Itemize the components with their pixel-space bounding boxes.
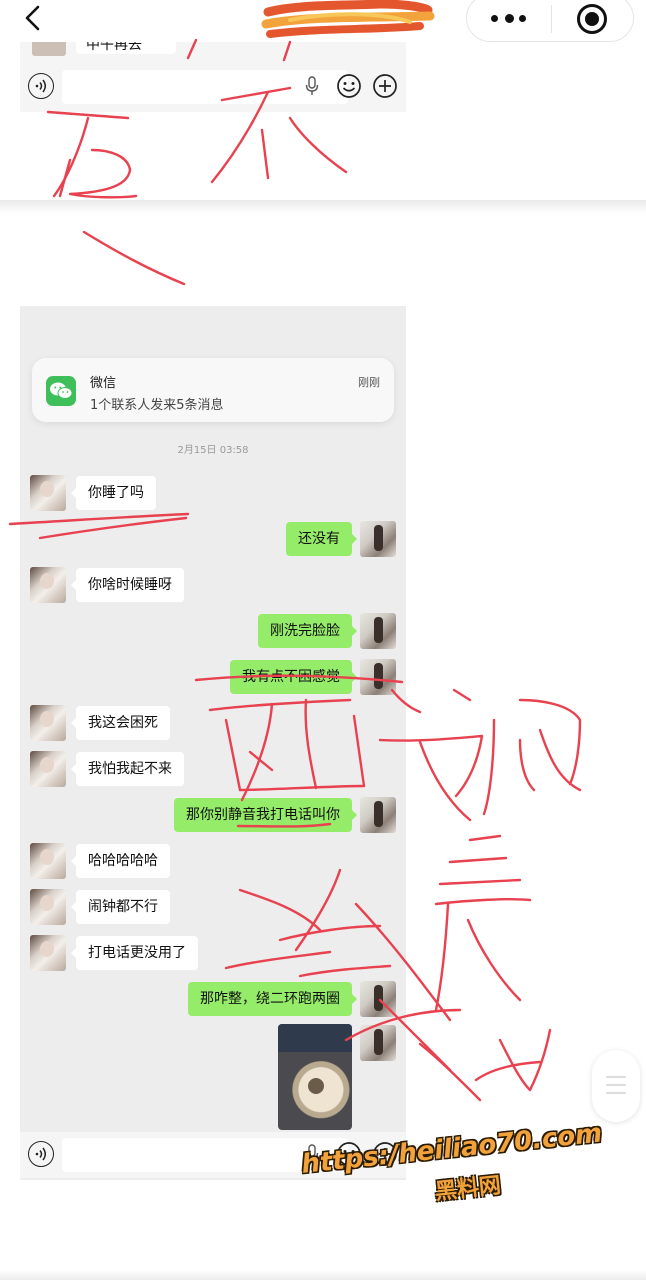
notification-app-name: 微信	[90, 376, 117, 391]
mic-icon	[305, 76, 319, 95]
avatar[interactable]	[30, 705, 66, 741]
mini-program-capsule	[466, 0, 634, 42]
message-bubble-received: 你啥时候睡呀	[71, 568, 184, 602]
chat-timestamp: 2月15日 03:58	[177, 445, 249, 456]
avatar[interactable]	[30, 567, 66, 603]
message-bubble-received: 哈哈哈哈哈	[71, 844, 170, 878]
avatar[interactable]	[30, 935, 66, 971]
message-bubble-sent: 那咋整，绕二环跑两圈	[188, 982, 357, 1016]
avatar[interactable]	[360, 659, 396, 695]
message-bubble-sent: 刚洗完脸脸	[258, 614, 357, 648]
message-bubble-received: 我怕我起不来	[71, 752, 184, 786]
menu-line	[606, 1084, 626, 1086]
chevron-left-icon	[25, 5, 40, 31]
cut-message-text: 中午再去	[86, 42, 142, 53]
menu-line	[606, 1076, 626, 1078]
floating-menu-button[interactable]	[592, 1050, 640, 1122]
menu-line	[606, 1092, 626, 1094]
avatar[interactable]	[360, 613, 396, 649]
avatar[interactable]	[360, 521, 396, 557]
emoji-icon[interactable]	[336, 73, 362, 99]
close-button[interactable]	[551, 0, 635, 43]
back-button[interactable]	[20, 4, 48, 32]
message-bubble-sent: 那你别静音我打电话叫你	[174, 798, 357, 832]
voice-icon[interactable]	[28, 73, 54, 99]
message-bubble-received: 你睡了吗	[71, 476, 156, 510]
message-bubble-received: 我这会困死	[71, 706, 170, 740]
bottom-divider	[0, 1270, 646, 1280]
more-dots-icon	[491, 15, 498, 22]
avatar[interactable]	[30, 751, 66, 787]
message-bubble-received: 打电话更没用了	[71, 936, 198, 970]
notification-time: 刚刚	[358, 376, 380, 389]
voice-icon[interactable]	[28, 1141, 54, 1167]
top-nav-bar	[0, 0, 646, 42]
avatar	[32, 42, 66, 56]
page: 中午再去 微信 1个联系人发来5条消息 刚刚 2月15日 03:58 你睡了吗 …	[0, 0, 646, 1280]
message-bubble-received: 闹钟都不行	[71, 890, 170, 924]
more-dots-icon	[519, 15, 526, 22]
message-bubble-sent: 还没有	[286, 522, 357, 556]
more-button[interactable]	[467, 0, 551, 43]
redacted-title-scribble	[261, 0, 435, 38]
image-message[interactable]	[278, 1024, 352, 1130]
avatar[interactable]	[360, 1025, 396, 1061]
top-chat-screenshot: 中午再去	[20, 42, 406, 112]
notification-message: 1个联系人发来5条消息	[90, 398, 224, 413]
avatar[interactable]	[30, 889, 66, 925]
wechat-app-icon	[46, 376, 76, 406]
avatar[interactable]	[360, 797, 396, 833]
avatar[interactable]	[360, 981, 396, 1017]
more-dots-icon	[505, 14, 514, 23]
wechat-notification[interactable]: 微信 1个联系人发来5条消息 刚刚	[32, 358, 394, 422]
avatar[interactable]	[30, 475, 66, 511]
avatar[interactable]	[30, 843, 66, 879]
main-chat-screenshot: 微信 1个联系人发来5条消息 刚刚 2月15日 03:58 你睡了吗 还没有 你…	[20, 306, 406, 1180]
section-divider	[0, 200, 646, 214]
message-input-bar	[20, 64, 406, 110]
watermark-name: 黑料网	[433, 1173, 503, 1206]
message-bubble-sent: 我有点不困感觉	[230, 660, 357, 694]
plus-icon[interactable]	[372, 73, 398, 99]
target-close-icon-dot	[585, 12, 599, 26]
